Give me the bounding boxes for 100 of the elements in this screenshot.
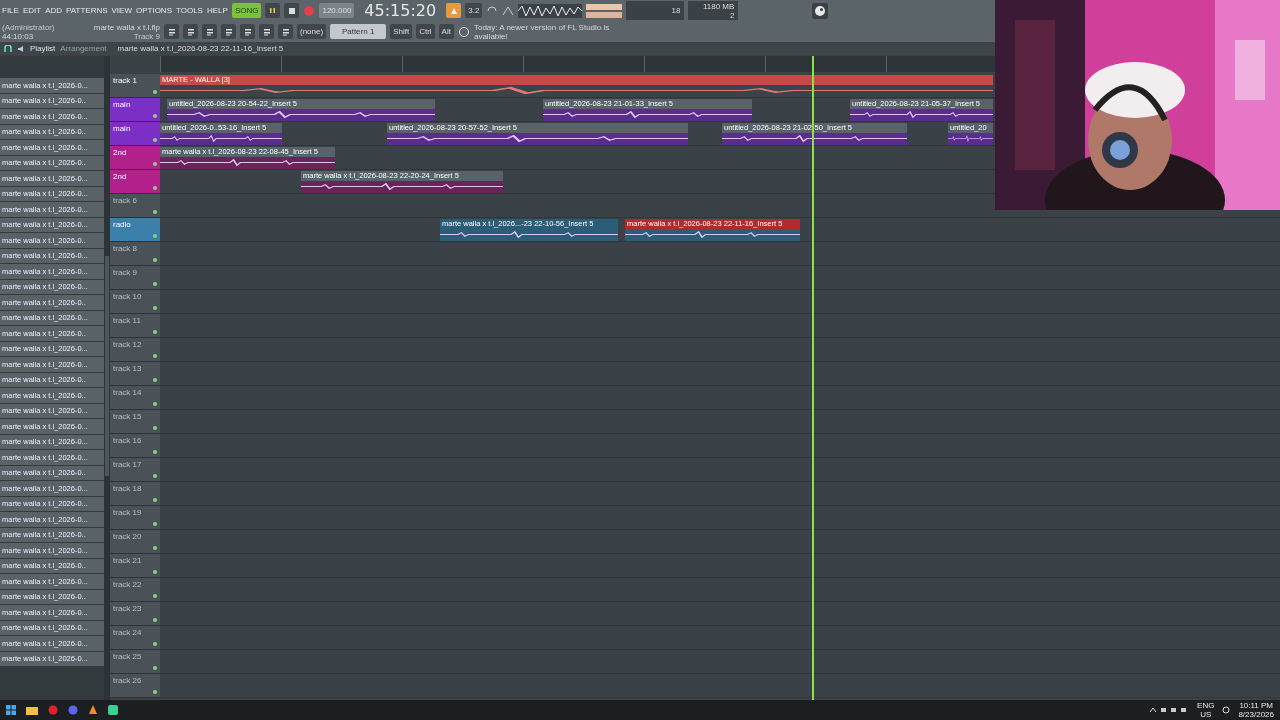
track-header[interactable]: 2nd xyxy=(110,170,160,194)
menu-item[interactable]: OPTIONS xyxy=(135,6,172,15)
track-header[interactable]: track 19 xyxy=(110,506,160,530)
mute-indicator[interactable] xyxy=(153,90,157,94)
region-label[interactable]: US xyxy=(1200,710,1212,719)
mute-indicator[interactable] xyxy=(153,114,157,118)
track-header[interactable]: track 6 xyxy=(110,194,160,218)
track-name: track 24 xyxy=(113,628,142,638)
mute-indicator[interactable] xyxy=(153,474,157,478)
mute-indicator[interactable] xyxy=(153,594,157,598)
track-header[interactable]: track 26 xyxy=(110,674,160,698)
mute-indicator[interactable] xyxy=(153,378,157,382)
song-time: 45:15:20 xyxy=(364,1,437,20)
track-header[interactable]: track 22 xyxy=(110,578,160,602)
mute-indicator[interactable] xyxy=(153,258,157,262)
menu-item[interactable]: ADD xyxy=(45,6,63,15)
mute-indicator[interactable] xyxy=(153,522,157,526)
tempo-field[interactable]: 120.000 xyxy=(319,3,355,18)
windows-start-icon[interactable] xyxy=(6,705,16,715)
track-header[interactable]: track 9 xyxy=(110,266,160,290)
mute-indicator[interactable] xyxy=(153,426,157,430)
track-header[interactable]: track 12 xyxy=(110,338,160,362)
mute-indicator[interactable] xyxy=(153,306,157,310)
track-header[interactable]: 2nd xyxy=(110,146,160,170)
stop-button[interactable] xyxy=(284,3,300,18)
track-header[interactable]: track 10 xyxy=(110,290,160,314)
pattern-list-icon[interactable] xyxy=(164,24,179,39)
playlist-title: Playlist xyxy=(30,44,56,53)
menu-item[interactable]: EDIT xyxy=(22,6,42,15)
mute-indicator[interactable] xyxy=(153,354,157,358)
modifier-key[interactable]: Alt xyxy=(438,24,454,39)
menu-item[interactable]: PATTERNS xyxy=(66,6,108,15)
mute-indicator[interactable] xyxy=(153,570,157,574)
track-name: track 16 xyxy=(113,436,142,446)
news-text: Today: A newer version of FL Studio is available! xyxy=(473,22,611,41)
chat-app-icon[interactable] xyxy=(68,705,78,715)
track-header[interactable]: track 23 xyxy=(110,602,160,626)
track-header[interactable]: track 20 xyxy=(110,530,160,554)
menu-item[interactable]: FILE xyxy=(2,6,19,15)
track-header[interactable]: track 14 xyxy=(110,386,160,410)
monitor-button[interactable]: 3.2 xyxy=(465,3,483,18)
mute-indicator[interactable] xyxy=(153,210,157,214)
track-header[interactable]: track 1 xyxy=(110,74,160,98)
project-file-name: marte walla x t.l.flp xyxy=(93,22,160,32)
playlist-icon[interactable] xyxy=(183,24,198,39)
track-header[interactable]: radio xyxy=(110,218,160,242)
track-header[interactable]: main xyxy=(110,122,160,146)
mute-indicator[interactable] xyxy=(153,642,157,646)
song-mode-toggle[interactable]: SONG xyxy=(231,3,262,18)
track-name: track 15 xyxy=(113,412,142,422)
record-button[interactable] xyxy=(303,4,316,17)
modifier-key[interactable]: Ctrl xyxy=(416,24,435,39)
mute-indicator[interactable] xyxy=(153,282,157,286)
pattern-select[interactable]: Pattern 1 xyxy=(330,24,387,39)
mute-indicator[interactable] xyxy=(153,618,157,622)
clip-source-label: marte walla x t.l_2026-08-23 22-11-16_Insert 5 xyxy=(117,44,284,53)
track-name: track 6 xyxy=(113,196,137,206)
steam-icon[interactable] xyxy=(812,2,829,19)
track-header[interactable]: track 24 xyxy=(110,626,160,650)
arrangement-label[interactable]: Arrangement xyxy=(60,44,107,53)
speaker-icon[interactable] xyxy=(17,44,25,53)
mute-indicator[interactable] xyxy=(153,498,157,502)
track-header[interactable]: track 11 xyxy=(110,314,160,338)
mute-indicator[interactable] xyxy=(153,450,157,454)
folder-icon[interactable] xyxy=(26,705,38,715)
menu-item[interactable]: TOOLS xyxy=(176,6,203,15)
menu-item[interactable]: VIEW xyxy=(111,6,132,15)
clock-date[interactable]: 8/23/2026 xyxy=(1238,710,1274,719)
track-header[interactable]: track 13 xyxy=(110,362,160,386)
track-name: main xyxy=(113,124,131,134)
track-header[interactable]: track 25 xyxy=(110,650,160,674)
language-label[interactable]: ENG xyxy=(1197,701,1215,710)
mute-indicator[interactable] xyxy=(153,666,157,670)
oscilloscope xyxy=(518,3,583,18)
mute-indicator[interactable] xyxy=(153,402,157,406)
clock-time[interactable]: 10:11 PM xyxy=(1239,701,1274,710)
track-header[interactable]: track 8 xyxy=(110,242,160,266)
metronome-button[interactable] xyxy=(446,3,462,18)
mute-indicator[interactable] xyxy=(153,234,157,238)
modifier-key[interactable]: Shift xyxy=(390,24,413,39)
magnet-icon[interactable] xyxy=(4,44,12,53)
mute-indicator[interactable] xyxy=(153,186,157,190)
scrollbar-thumb[interactable] xyxy=(105,256,109,476)
mute-indicator[interactable] xyxy=(153,138,157,142)
app-icon[interactable] xyxy=(108,705,118,715)
mixer-track-select[interactable]: (none) xyxy=(297,24,327,39)
mute-indicator[interactable] xyxy=(153,690,157,694)
pause-button[interactable] xyxy=(265,3,281,18)
menu-item[interactable]: HELP xyxy=(206,6,228,15)
track-header[interactable]: track 16 xyxy=(110,434,160,458)
track-header[interactable]: track 15 xyxy=(110,410,160,434)
track-header[interactable]: track 21 xyxy=(110,554,160,578)
mute-indicator[interactable] xyxy=(153,330,157,334)
track-header[interactable]: track 18 xyxy=(110,482,160,506)
browser-icon[interactable] xyxy=(48,705,58,715)
track-header[interactable]: track 17 xyxy=(110,458,160,482)
mute-indicator[interactable] xyxy=(153,162,157,166)
mute-indicator[interactable] xyxy=(153,546,157,550)
track-name: track 23 xyxy=(113,604,142,614)
track-header[interactable]: main xyxy=(110,98,160,122)
